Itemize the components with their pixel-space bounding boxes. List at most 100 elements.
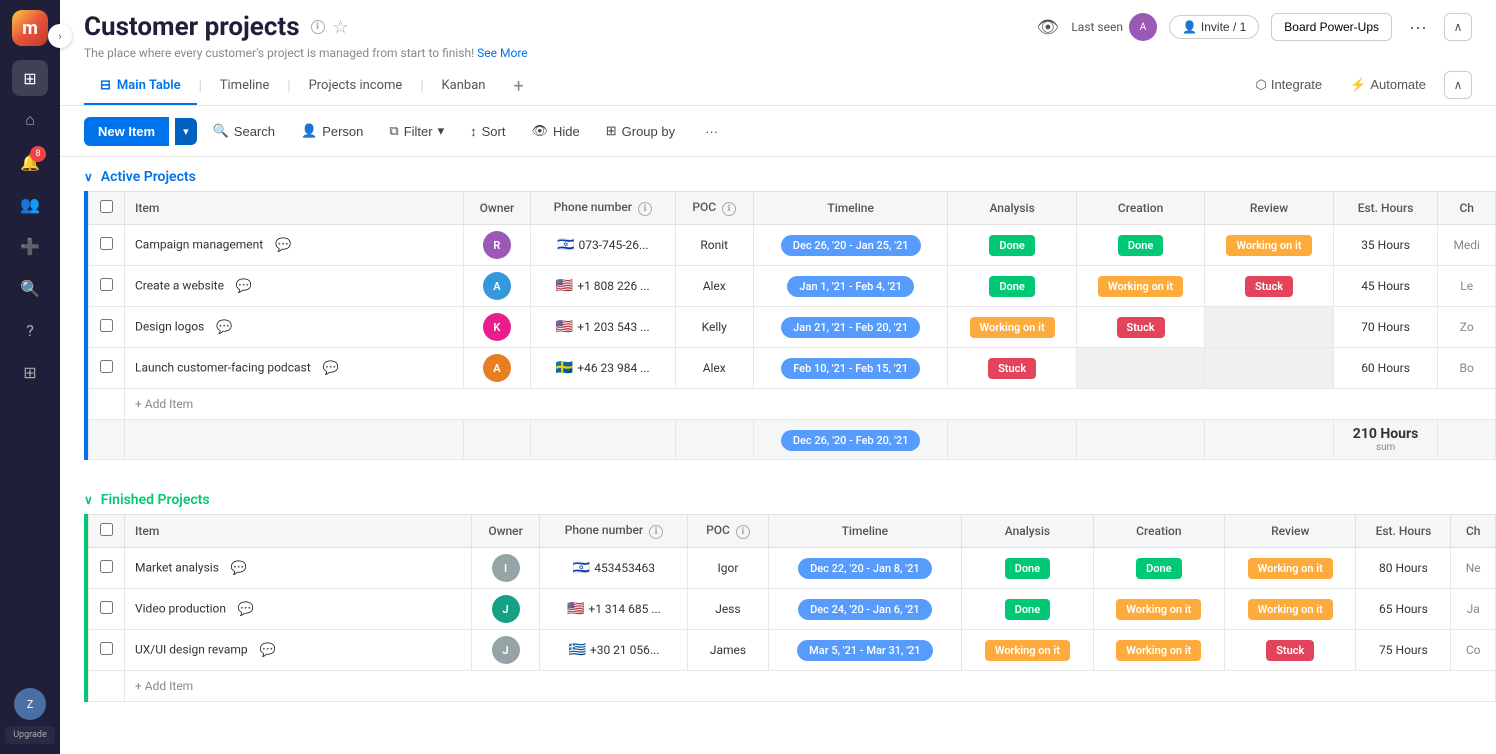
title-info-icon[interactable]: ℹ <box>311 20 325 34</box>
poc-cell: Alex <box>675 348 753 389</box>
collapse-button[interactable]: ∧ <box>1444 13 1472 41</box>
upgrade-button[interactable]: Upgrade <box>5 726 55 744</box>
chat-icon[interactable]: 💬 <box>235 598 257 620</box>
sum-phone <box>531 420 676 460</box>
add-item-row[interactable]: + Add Item <box>89 389 1496 420</box>
row-checkbox-cell[interactable] <box>89 630 125 671</box>
inbox-badge: 8 <box>30 146 46 162</box>
tab-projects-income[interactable]: Projects income <box>293 68 419 105</box>
item-name: Create a website <box>135 279 224 293</box>
sidebar-item-help[interactable]: ? <box>12 312 48 348</box>
watch-icon[interactable]: 👁 <box>1036 17 1059 38</box>
status-cell: Done <box>1076 225 1204 266</box>
see-more-link[interactable]: See More <box>477 46 527 60</box>
owner-column-header: Owner <box>463 192 530 225</box>
board-power-ups-button[interactable]: Board Power-Ups <box>1271 13 1392 41</box>
item-name-cell: Design logos 💬 <box>125 307 464 348</box>
row-checkbox-cell[interactable] <box>89 307 125 348</box>
sidebar-item-apps[interactable]: ⊞ <box>12 60 48 96</box>
sum-ch <box>1438 420 1496 460</box>
item-name-cell: Video production 💬 <box>125 589 472 630</box>
sidebar-item-add-user[interactable]: ➕ <box>12 228 48 264</box>
search-button[interactable]: 🔍 Search <box>203 116 285 146</box>
chat-icon[interactable]: 💬 <box>213 316 235 338</box>
status-cell: Stuck <box>948 348 1076 389</box>
status-cell <box>1076 348 1204 389</box>
invite-button[interactable]: 👤 Invite / 1 <box>1169 15 1259 39</box>
integrate-button[interactable]: ⬡ Integrate <box>1245 71 1332 99</box>
sidebar-item-people[interactable]: 👥 <box>12 186 48 222</box>
finished-phone-info-icon[interactable]: ℹ <box>649 525 663 539</box>
sidebar-item-inbox[interactable]: 🔔 8 <box>12 144 48 180</box>
item-name: Video production <box>135 602 226 616</box>
add-item-label[interactable]: + Add Item <box>125 671 1496 702</box>
chat-icon[interactable]: 💬 <box>272 234 294 256</box>
item-name-cell: Market analysis 💬 <box>125 548 472 589</box>
chat-icon[interactable]: 💬 <box>228 557 250 579</box>
active-group-chevron[interactable]: ∨ <box>84 170 93 184</box>
active-projects-table: Item Owner Phone number ℹ POC ℹ Timeline… <box>88 191 1496 460</box>
row-checkbox-cell[interactable] <box>89 548 125 589</box>
status-cell <box>1205 307 1333 348</box>
chat-icon[interactable]: 💬 <box>257 639 279 661</box>
finished-group-chevron[interactable]: ∨ <box>84 493 93 507</box>
sum-creation <box>1076 420 1204 460</box>
phone-number: 453453463 <box>594 561 655 575</box>
chat-icon[interactable]: 💬 <box>320 357 342 379</box>
item-name: Market analysis <box>135 561 219 575</box>
est-hours-cell: 70 Hours <box>1333 307 1438 348</box>
phone-info-icon[interactable]: ℹ <box>638 202 652 216</box>
tab-collapse-button[interactable]: ∧ <box>1444 71 1472 99</box>
sum-poc <box>675 420 753 460</box>
sidebar-toggle[interactable]: › <box>48 24 72 48</box>
main-content: Customer projects ℹ ☆ 👁 Last seen A 👤 In… <box>60 0 1496 754</box>
more-options-button[interactable]: ··· <box>1404 13 1432 41</box>
automate-button[interactable]: ⚡ Automate <box>1340 71 1436 99</box>
favorite-icon[interactable]: ☆ <box>333 17 349 38</box>
est-hours-cell: 45 Hours <box>1333 266 1438 307</box>
row-checkbox-cell[interactable] <box>89 225 125 266</box>
phone-number: +1 314 685 ... <box>588 602 660 616</box>
sum-checkbox <box>89 420 125 460</box>
finished-poc-column-header: POC ℹ <box>688 515 768 548</box>
timeline-cell: Dec 22, '20 - Jan 8, '21 <box>768 548 962 589</box>
tab-main-table[interactable]: ⊟ Main Table <box>84 68 197 105</box>
ch-cell: Co <box>1451 630 1496 671</box>
finished-poc-info-icon[interactable]: ℹ <box>736 525 750 539</box>
row-checkbox-cell[interactable] <box>89 266 125 307</box>
sort-button[interactable]: ↕ Sort <box>460 117 515 146</box>
analysis-column-header: Analysis <box>948 192 1076 225</box>
tab-kanban[interactable]: Kanban <box>426 68 502 105</box>
add-item-row[interactable]: + Add Item <box>89 671 1496 702</box>
status-cell: Stuck <box>1205 266 1333 307</box>
new-item-dropdown[interactable]: ▾ <box>175 118 197 145</box>
row-checkbox-cell[interactable] <box>89 348 125 389</box>
group-by-button[interactable]: ⊞ Group by <box>596 116 685 146</box>
sidebar-item-search[interactable]: 🔍 <box>12 270 48 306</box>
owner-cell: I <box>471 548 540 589</box>
tab-timeline[interactable]: Timeline <box>204 68 286 105</box>
poc-info-icon[interactable]: ℹ <box>722 202 736 216</box>
add-tab-button[interactable]: + <box>501 68 535 105</box>
select-all-header[interactable] <box>89 192 125 225</box>
user-avatar[interactable]: Z <box>14 688 46 720</box>
sidebar-item-home[interactable]: ⌂ <box>12 102 48 138</box>
hide-button[interactable]: 👁 Hide <box>521 116 589 146</box>
timeline-badge: Mar 5, '21 - Mar 31, '21 <box>797 640 932 661</box>
status-badge: Working on it <box>1248 599 1333 620</box>
new-item-button[interactable]: New Item <box>84 117 169 146</box>
phone-number: +30 21 056... <box>590 643 659 657</box>
chat-icon[interactable]: 💬 <box>233 275 255 297</box>
finished-select-all-header[interactable] <box>89 515 125 548</box>
add-item-label[interactable]: + Add Item <box>125 389 1496 420</box>
person-filter-button[interactable]: 👤 Person <box>291 116 373 146</box>
toolbar-more-button[interactable]: ··· <box>695 117 728 146</box>
item-name: Campaign management <box>135 238 263 252</box>
sidebar-item-grid[interactable]: ⊞ <box>12 354 48 390</box>
poc-cell: Kelly <box>675 307 753 348</box>
status-badge: Working on it <box>1116 599 1201 620</box>
row-checkbox-cell[interactable] <box>89 589 125 630</box>
phone-cell: 🇺🇸 +1 314 685 ... <box>540 589 688 630</box>
filter-button[interactable]: ⧉ Filter ▾ <box>379 116 454 146</box>
est-hours-cell: 80 Hours <box>1356 548 1451 589</box>
